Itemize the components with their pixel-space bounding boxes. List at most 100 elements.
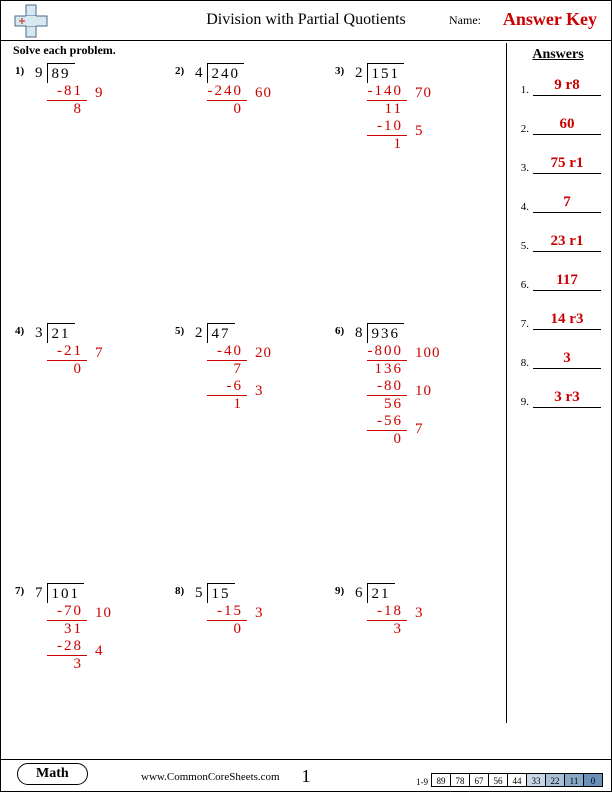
problem-number: 2) (175, 65, 184, 77)
step-subtract: -70 (47, 603, 87, 620)
step-subtract: -40 (207, 343, 247, 360)
step-result: 11 (367, 100, 407, 118)
step-result: 0 (47, 360, 87, 378)
score-cell: 44 (507, 773, 527, 787)
answers-heading: Answers (515, 47, 601, 63)
step-result: 1 (367, 135, 407, 153)
score-cell: 0 (583, 773, 603, 787)
divisor: 9 (35, 63, 47, 82)
score-cell: 78 (450, 773, 470, 787)
score-cell: 11 (564, 773, 584, 787)
step-subtract: -81 (47, 83, 87, 100)
partial-quotient: 70 (415, 85, 432, 102)
step-result: 3 (367, 620, 407, 638)
answer-number: 9. (515, 396, 529, 408)
answers-column: Answers 1.9 r82.603.75 r14.75.23 r16.117… (506, 43, 601, 723)
step-result: 31 (47, 620, 87, 638)
problem-number: 4) (15, 325, 24, 337)
problem: 8)3515-150 (175, 583, 335, 743)
step-result: 0 (207, 620, 247, 638)
answer-number: 6. (515, 279, 529, 291)
dividend: 47 (207, 323, 235, 343)
page-number: 1 (302, 766, 311, 787)
partial-quotient: 10 (95, 605, 112, 622)
problem: 1)9989-818 (15, 63, 175, 263)
answer-number: 2. (515, 123, 529, 135)
answer-value: 60 (533, 116, 601, 135)
step-subtract: -28 (47, 638, 87, 655)
divisor: 3 (35, 323, 47, 342)
answer-key-label: Answer Key (503, 9, 597, 30)
problem-number: 7) (15, 585, 24, 597)
answer-number: 8. (515, 357, 529, 369)
step-subtract: -80 (367, 378, 407, 395)
problem-number: 3) (335, 65, 344, 77)
step-subtract: -140 (367, 83, 407, 100)
step-subtract: -18 (367, 603, 407, 620)
answer-value: 7 (533, 194, 601, 213)
step-subtract: -800 (367, 343, 407, 360)
answer-number: 1. (515, 84, 529, 96)
partial-quotient: 20 (255, 345, 272, 362)
subject-pill: Math (17, 763, 88, 785)
answer-row: 5. 23 r1 (515, 233, 601, 252)
score-cell: 33 (526, 773, 546, 787)
divisor: 7 (35, 583, 47, 602)
answer-number: 3. (515, 162, 529, 174)
dividend: 21 (47, 323, 75, 343)
dividend: 151 (367, 63, 405, 83)
step-subtract: -6 (207, 378, 247, 395)
answer-value: 23 r1 (533, 233, 601, 252)
partial-quotient: 3 (255, 605, 264, 622)
problem: 2)604240-2400 (175, 63, 335, 263)
answer-number: 5. (515, 240, 529, 252)
dividend: 240 (207, 63, 245, 83)
answer-value: 3 r3 (533, 389, 601, 408)
problem: 3)7052151-14011-101 (335, 63, 495, 263)
step-subtract: -15 (207, 603, 247, 620)
step-result: 0 (367, 430, 407, 448)
step-result: 3 (47, 655, 87, 673)
answer-value: 3 (533, 350, 601, 369)
problem-number: 1) (15, 65, 24, 77)
answer-row: 8.3 (515, 350, 601, 369)
site-url: www.CommonCoreSheets.com (141, 771, 280, 783)
answer-row: 7. 14 r3 (515, 311, 601, 330)
score-cell: 89 (431, 773, 451, 787)
partial-quotient: 5 (415, 123, 424, 140)
problem: 6)1001078936-800136-8056-560 (335, 323, 495, 523)
step-result: 1 (207, 395, 247, 413)
problem-number: 9) (335, 585, 344, 597)
answer-number: 7. (515, 318, 529, 330)
step-subtract: -240 (207, 83, 247, 100)
answer-row: 9. 3 r3 (515, 389, 601, 408)
answer-value: 117 (533, 272, 601, 291)
problem-number: 6) (335, 325, 344, 337)
score-range-label: 1-9 (416, 777, 428, 787)
problem: 7)1047101-7031-283 (15, 583, 175, 743)
step-subtract: -10 (367, 118, 407, 135)
answer-row: 4.7 (515, 194, 601, 213)
answer-row: 6. 117 (515, 272, 601, 291)
score-cell: 22 (545, 773, 565, 787)
footer: Math www.CommonCoreSheets.com 1 1-9 8978… (1, 759, 611, 791)
header: Division with Partial Quotients Name: An… (1, 1, 611, 41)
problem: 9)3621-183 (335, 583, 495, 743)
answer-number: 4. (515, 201, 529, 213)
answer-value: 9 r8 (533, 77, 601, 96)
dividend: 936 (367, 323, 405, 343)
score-cell: 67 (469, 773, 489, 787)
step-result: 0 (207, 100, 247, 118)
problem: 4)7321-210 (15, 323, 175, 523)
answer-value: 14 r3 (533, 311, 601, 330)
score-bar: 1-9 89786756443322110 (416, 773, 603, 787)
dividend: 89 (47, 63, 75, 83)
problem: 5)203247-407-61 (175, 323, 335, 523)
divisor: 4 (195, 63, 207, 82)
answer-row: 3.75 r1 (515, 155, 601, 174)
dividend: 21 (367, 583, 395, 603)
dividend: 15 (207, 583, 235, 603)
problem-number: 5) (175, 325, 184, 337)
step-subtract: -56 (367, 413, 407, 430)
instructions: Solve each problem. (13, 43, 116, 58)
